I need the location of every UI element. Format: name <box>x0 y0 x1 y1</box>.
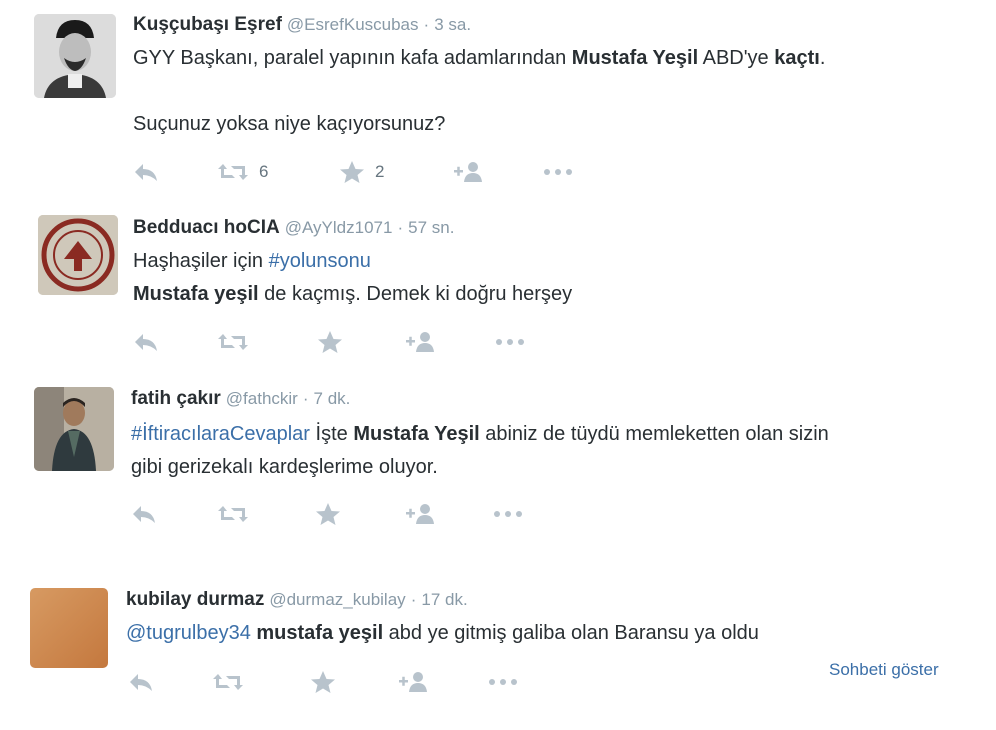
separator-dot: · <box>410 590 417 609</box>
favorite-button[interactable] <box>317 330 343 354</box>
retweet-icon <box>213 674 243 690</box>
separator-dot: · <box>397 218 404 237</box>
timestamp[interactable]: 3 sa. <box>434 15 471 34</box>
tweet-header: fatih çakır @fathckir · 7 dk. <box>131 388 350 410</box>
text-segment: . <box>819 47 826 69</box>
text-segment: İşte <box>309 423 354 445</box>
tweet-actions <box>133 330 633 354</box>
text-segment: abd ye gitmiş galiba olan Baransu ya old… <box>383 622 759 644</box>
favorite-count: 2 <box>375 162 385 181</box>
bold-text: kaçtı <box>774 47 820 69</box>
retweet-icon <box>218 334 248 350</box>
text-segment: Haşhaşiler için <box>133 250 269 272</box>
logo-image <box>38 215 118 295</box>
follow-button[interactable] <box>405 502 437 526</box>
hashtag-link[interactable]: #yolunsonu <box>269 250 371 272</box>
author-name[interactable]: Kuşçubaşı Eşref <box>133 14 282 35</box>
reply-icon <box>133 506 155 523</box>
avatar[interactable] <box>30 588 108 668</box>
add-user-icon <box>454 162 482 182</box>
reply-button[interactable] <box>128 670 154 694</box>
tweet-header: kubilay durmaz @durmaz_kubilay · 17 dk. <box>126 589 468 611</box>
bold-text: Mustafa yeşil <box>133 283 259 305</box>
add-user-icon <box>406 504 434 524</box>
hashtag-link[interactable]: #İftiracılaraCevaplar <box>131 423 310 445</box>
bold-text: Mustafa Yeşil <box>571 47 699 69</box>
text-segment: de kaçmış. Demek ki doğru herşey <box>258 283 573 305</box>
reply-button[interactable] <box>131 502 157 526</box>
reply-icon <box>135 164 157 181</box>
retweet-icon <box>218 164 248 180</box>
tweet-text: Haşhaşiler için #yolunsonu Mustafa yeşil… <box>133 245 572 311</box>
tweet-header: Kuşçubaşı Eşref @EsrefKuscubas · 3 sa. <box>133 14 471 36</box>
text-line: gibi gerizekalı kardeşlerime oluyor. <box>131 456 438 478</box>
show-conversation-link[interactable]: Sohbeti göster <box>829 660 939 680</box>
tweet-header: Bedduacı hoCIA @AyYldz1071 · 57 sn. <box>133 217 454 239</box>
tweet-text: #İftiracılaraCevaplar İşte Mustafa Yeşil… <box>131 418 829 484</box>
author-handle[interactable]: @AyYldz1071 <box>285 218 393 237</box>
avatar[interactable] <box>34 14 116 98</box>
text-segment: GYY Başkanı, paralel yapının kafa adamla… <box>133 47 572 69</box>
star-icon <box>318 331 342 353</box>
add-user-icon <box>399 672 427 692</box>
bold-text: mustafa yeşil <box>256 622 384 644</box>
more-button[interactable] <box>488 670 518 694</box>
favorite-button[interactable]: 2 <box>339 160 384 184</box>
star-icon <box>311 671 335 693</box>
retweet-count: 6 <box>259 162 269 181</box>
retweet-icon <box>218 506 248 522</box>
mention-link[interactable]: @tugrulbey34 <box>126 622 251 644</box>
timestamp[interactable]: 17 dk. <box>421 590 467 609</box>
text-segment: abiniz de tüydü memleketten olan sizin <box>479 423 829 445</box>
retweet-button[interactable] <box>217 502 249 526</box>
favorite-button[interactable] <box>315 502 341 526</box>
tweet-actions: 6 2 <box>133 160 633 184</box>
more-icon <box>496 339 524 345</box>
favorite-button[interactable] <box>310 670 336 694</box>
reply-button[interactable] <box>133 330 159 354</box>
follow-button[interactable] <box>405 330 437 354</box>
star-icon <box>316 503 340 525</box>
more-icon <box>489 679 517 685</box>
more-button[interactable] <box>495 330 525 354</box>
more-icon <box>544 169 572 175</box>
bold-text: Mustafa Yeşil <box>353 423 480 445</box>
tweet-actions <box>131 502 631 526</box>
reply-icon <box>130 674 152 691</box>
author-name[interactable]: Bedduacı hoCIA <box>133 217 280 238</box>
text-segment: ABD'ye <box>698 47 775 69</box>
portrait-image <box>34 14 116 98</box>
author-handle[interactable]: @fathckir <box>226 389 298 408</box>
profile-photo <box>34 387 114 471</box>
reply-button[interactable] <box>133 160 159 184</box>
separator-dot: · <box>423 15 430 34</box>
retweet-button[interactable] <box>212 670 244 694</box>
author-handle[interactable]: @durmaz_kubilay <box>269 590 405 609</box>
more-button[interactable] <box>543 160 573 184</box>
tweet-text: @tugrulbey34 mustafa yeşil abd ye gitmiş… <box>126 617 759 650</box>
tweet-actions <box>128 670 628 694</box>
author-name[interactable]: fatih çakır <box>131 388 221 409</box>
timestamp[interactable]: 7 dk. <box>314 389 351 408</box>
star-icon <box>340 161 364 183</box>
follow-button[interactable] <box>398 670 430 694</box>
retweet-button[interactable] <box>217 330 249 354</box>
retweet-button[interactable]: 6 <box>217 160 268 184</box>
author-name[interactable]: kubilay durmaz <box>126 589 264 610</box>
reply-icon <box>135 334 157 351</box>
more-button[interactable] <box>493 502 523 526</box>
text-line: Suçunuz yoksa niye kaçıyorsunuz? <box>133 113 446 135</box>
avatar[interactable] <box>38 215 118 295</box>
tweet-text: GYY Başkanı, paralel yapının kafa adamla… <box>133 42 825 141</box>
timestamp[interactable]: 57 sn. <box>408 218 454 237</box>
add-user-icon <box>406 332 434 352</box>
author-handle[interactable]: @EsrefKuscubas <box>287 15 419 34</box>
avatar[interactable] <box>34 387 114 471</box>
separator-dot: · <box>302 389 309 408</box>
follow-button[interactable] <box>453 160 485 184</box>
more-icon <box>494 511 522 517</box>
